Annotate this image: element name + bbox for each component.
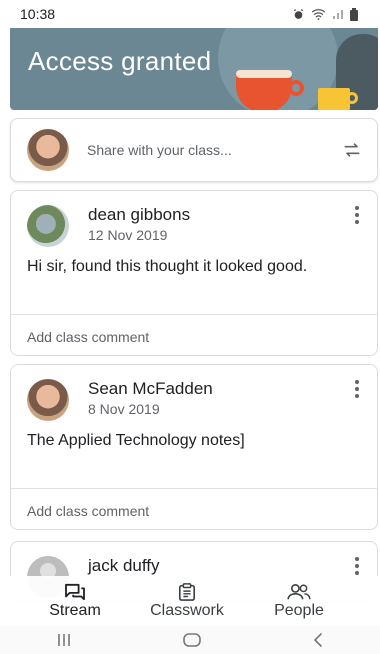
coffee-foam-illustration — [236, 70, 292, 78]
nav-label: Stream — [49, 602, 101, 619]
post-meta: Sean McFadden 8 Nov 2019 — [88, 379, 349, 417]
nav-label: People — [274, 602, 324, 619]
system-navigation-bar — [0, 626, 380, 654]
battery-icon — [350, 7, 358, 21]
people-icon — [287, 583, 311, 601]
nav-classwork[interactable]: Classwork — [132, 576, 242, 624]
avatar — [27, 379, 69, 421]
more-options-icon[interactable] — [349, 205, 365, 225]
nav-label: Classwork — [150, 602, 224, 619]
alarm-icon — [293, 8, 304, 19]
post-author: jack duffy — [88, 556, 160, 575]
cup-handle-illustration — [288, 80, 304, 96]
classwork-icon — [178, 583, 196, 601]
repost-icon[interactable] — [341, 139, 363, 161]
recent-apps-icon[interactable] — [56, 633, 72, 647]
post-header: Sean McFadden 8 Nov 2019 — [27, 379, 365, 421]
status-icons — [292, 7, 358, 21]
post-body: The Applied Technology notes] — [27, 432, 245, 449]
divider — [11, 314, 377, 315]
stream-post: dean gibbons 12 Nov 2019 Hi sir, found t… — [10, 190, 378, 356]
signal-icon — [333, 10, 343, 19]
nav-stream[interactable]: Stream — [20, 576, 130, 624]
bottom-navigation: Stream Classwork People — [0, 576, 380, 624]
post-author: Sean McFadden — [88, 379, 213, 398]
post-meta: jack duffy — [88, 556, 349, 576]
post-header: dean gibbons 12 Nov 2019 — [27, 205, 365, 247]
post-meta: dean gibbons 12 Nov 2019 — [88, 205, 349, 243]
status-time: 10:38 — [20, 6, 56, 22]
mug-handle-illustration — [346, 92, 358, 104]
back-icon[interactable] — [312, 633, 324, 647]
post-date: 12 Nov 2019 — [88, 227, 168, 243]
home-icon[interactable] — [183, 633, 201, 647]
divider — [11, 488, 377, 489]
add-class-comment-button[interactable]: Add class comment — [27, 503, 149, 519]
more-options-icon[interactable] — [349, 379, 365, 399]
avatar — [27, 205, 69, 247]
share-with-class-card[interactable]: Share with your class... — [10, 118, 378, 182]
more-options-icon[interactable] — [349, 556, 365, 576]
post-date: 8 Nov 2019 — [88, 401, 160, 417]
class-banner: Access granted — [10, 28, 378, 110]
add-class-comment-button[interactable]: Add class comment — [27, 329, 149, 345]
stream-icon — [64, 583, 86, 601]
stream-post: Sean McFadden 8 Nov 2019 The Applied Tec… — [10, 364, 378, 530]
status-bar: 10:38 — [0, 0, 380, 28]
post-author: dean gibbons — [88, 205, 191, 224]
wifi-icon — [311, 9, 326, 20]
avatar — [27, 129, 69, 171]
post-body: Hi sir, found this thought it looked goo… — [27, 258, 308, 275]
class-title: Access granted — [28, 46, 212, 76]
share-input[interactable]: Share with your class... — [87, 142, 341, 158]
nav-people[interactable]: People — [244, 576, 354, 624]
